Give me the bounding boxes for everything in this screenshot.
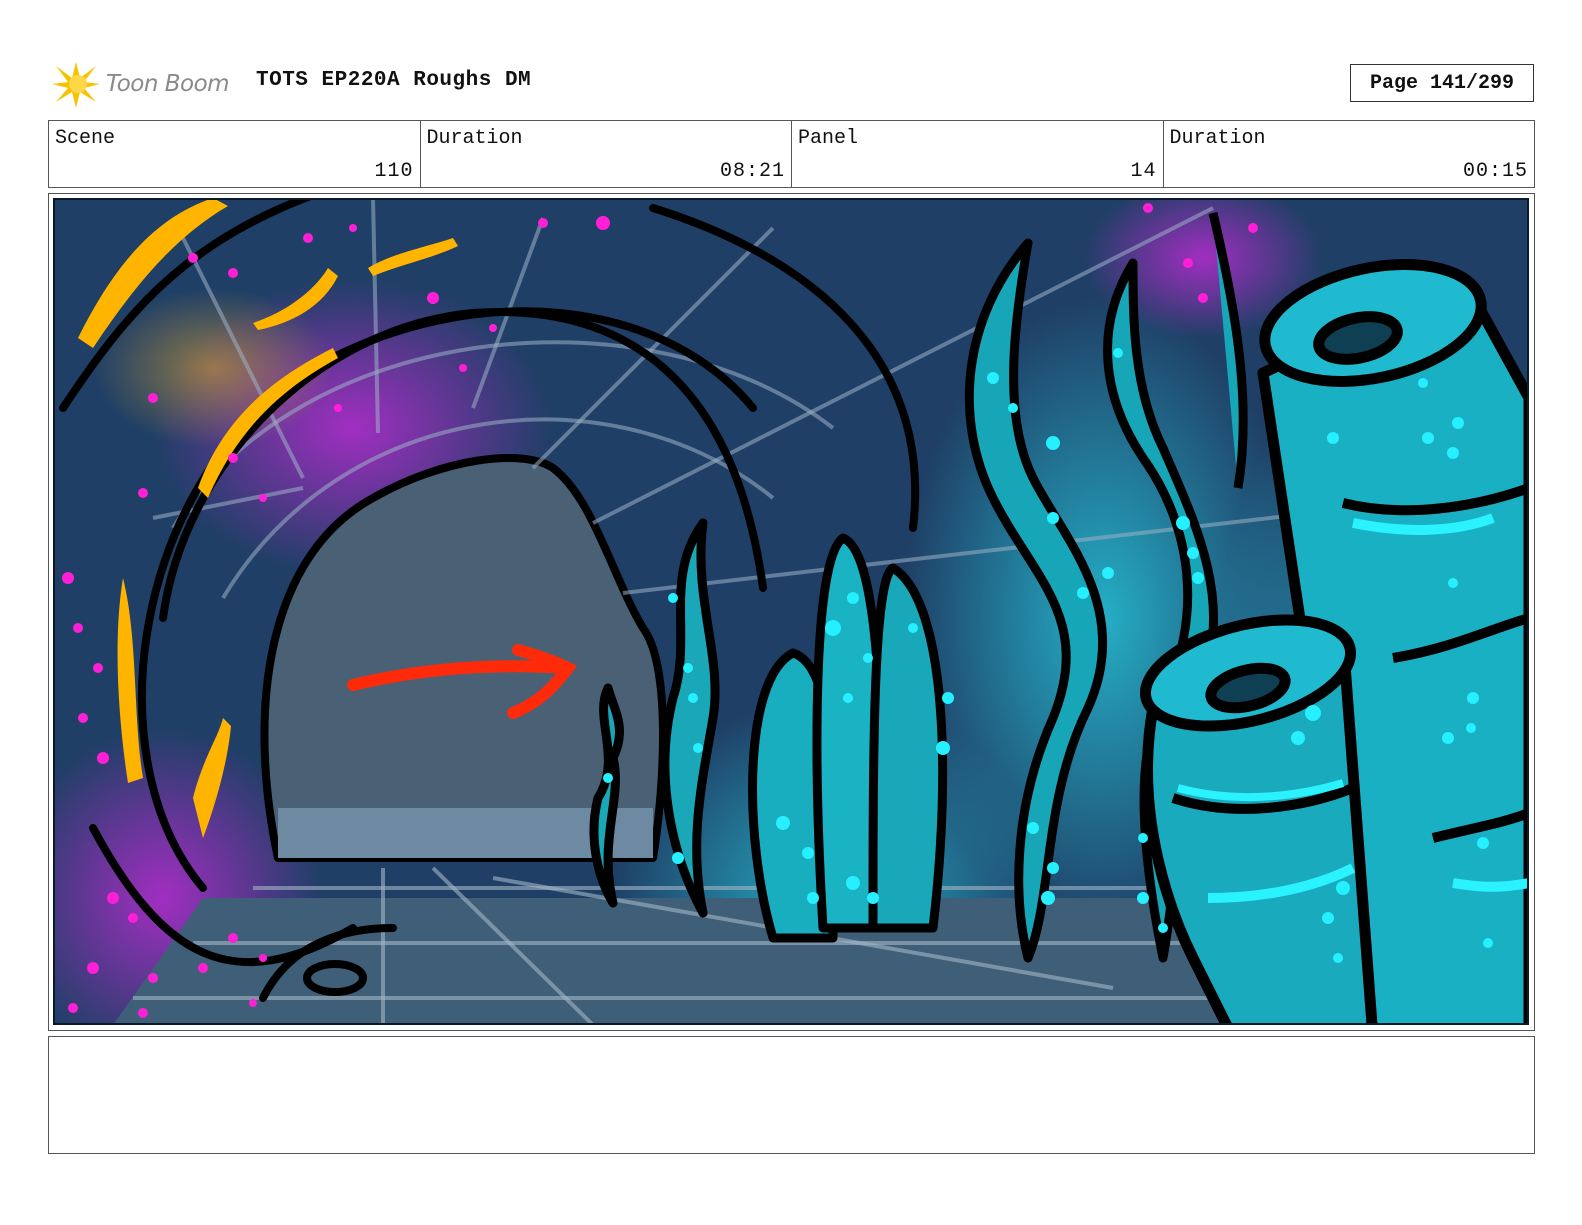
document-title: TOTS EP220A Roughs DM [256, 69, 532, 92]
starburst-icon [52, 62, 100, 108]
panel-cell: Panel 14 [792, 121, 1164, 187]
scene-value: 110 [374, 160, 414, 183]
scene-duration-label: Duration [426, 127, 523, 150]
logo-text: Toon Boom [106, 71, 230, 97]
panel-info-table: Scene 110 Duration 08:21 Panel 14 Durati… [48, 120, 1535, 188]
panel-duration-value: 00:15 [1462, 160, 1528, 183]
page-indicator: Page 141/299 [1350, 64, 1534, 102]
scene-duration-value: 08:21 [719, 160, 785, 183]
scene-duration-cell: Duration 08:21 [421, 121, 792, 187]
panel-notes-box [48, 1036, 1535, 1154]
storyboard-panel [48, 193, 1535, 1031]
scene-label: Scene [55, 127, 116, 150]
toon-boom-logo: Toon Boom [50, 58, 230, 110]
panel-duration-label: Duration [1169, 127, 1266, 150]
panel-value: 14 [1130, 160, 1157, 183]
panel-artwork [53, 198, 1529, 1025]
scene-cell: Scene 110 [49, 121, 421, 187]
panel-duration-cell: Duration 00:15 [1164, 121, 1535, 187]
panel-label: Panel [798, 127, 859, 150]
page-label: Page 141/299 [1369, 71, 1515, 95]
